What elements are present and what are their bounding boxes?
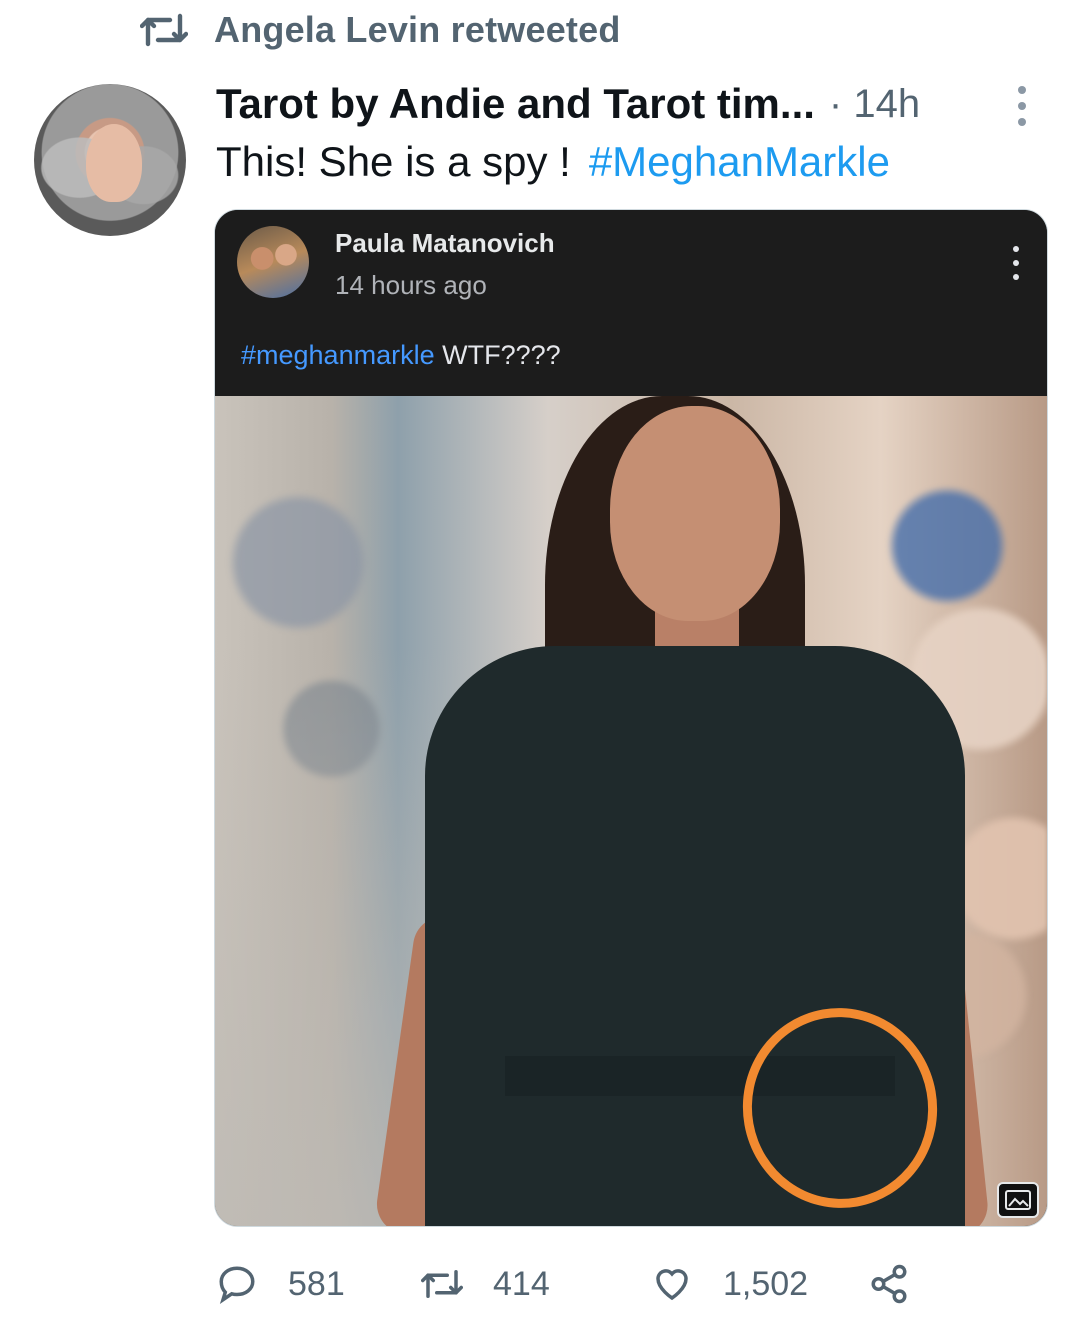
- hashtag-link[interactable]: #MeghanMarkle: [589, 138, 890, 185]
- embedded-post-caption: WTF????: [434, 340, 561, 370]
- embedded-post-text: #meghanmarkle WTF????: [241, 340, 561, 371]
- retweet-button[interactable]: 414: [421, 1262, 550, 1306]
- embedded-author-avatar: [237, 226, 309, 298]
- reply-count: 581: [288, 1264, 345, 1303]
- like-button[interactable]: 1,502: [651, 1262, 808, 1306]
- heart-icon: [656, 1269, 688, 1301]
- tweet-actions: 581 414 1,502: [216, 1262, 936, 1306]
- subject-face: [610, 406, 780, 621]
- tweet-header: Tarot by Andie and Tarot tim... · 14h: [216, 76, 1036, 132]
- author-avatar[interactable]: [34, 84, 186, 236]
- retweet-context[interactable]: Angela Levin retweeted: [140, 8, 621, 52]
- embedded-author-name: Paula Matanovich: [335, 228, 555, 258]
- author-name[interactable]: Tarot by Andie and Tarot tim...: [216, 80, 815, 128]
- retweet-count: 414: [493, 1264, 550, 1303]
- reply-button[interactable]: 581: [216, 1262, 345, 1306]
- more-vertical-icon: [1013, 246, 1021, 280]
- embedded-post-header: Paula Matanovich 14 hours ago #meghanmar…: [215, 210, 1047, 396]
- share-button[interactable]: [868, 1262, 910, 1306]
- embedded-post-time: 14 hours ago: [335, 270, 487, 300]
- embedded-hashtag: #meghanmarkle: [241, 340, 435, 370]
- tweet-timestamp[interactable]: · 14h: [829, 82, 920, 127]
- retweet-label: Angela Levin retweeted: [214, 9, 621, 50]
- more-vertical-icon[interactable]: [1018, 86, 1030, 126]
- image-icon[interactable]: [997, 1182, 1039, 1218]
- post-photo: [215, 396, 1047, 1226]
- like-count: 1,502: [723, 1264, 809, 1303]
- retweet-icon: [421, 1270, 463, 1298]
- share-icon: [871, 1264, 907, 1304]
- retweet-icon: [140, 13, 188, 47]
- embedded-media[interactable]: Paula Matanovich 14 hours ago #meghanmar…: [214, 209, 1048, 1227]
- tweet-body: This! She is a spy ! #MeghanMarkle: [216, 138, 890, 186]
- tweet-text: This! She is a spy !: [216, 138, 571, 185]
- reply-icon: [219, 1266, 255, 1304]
